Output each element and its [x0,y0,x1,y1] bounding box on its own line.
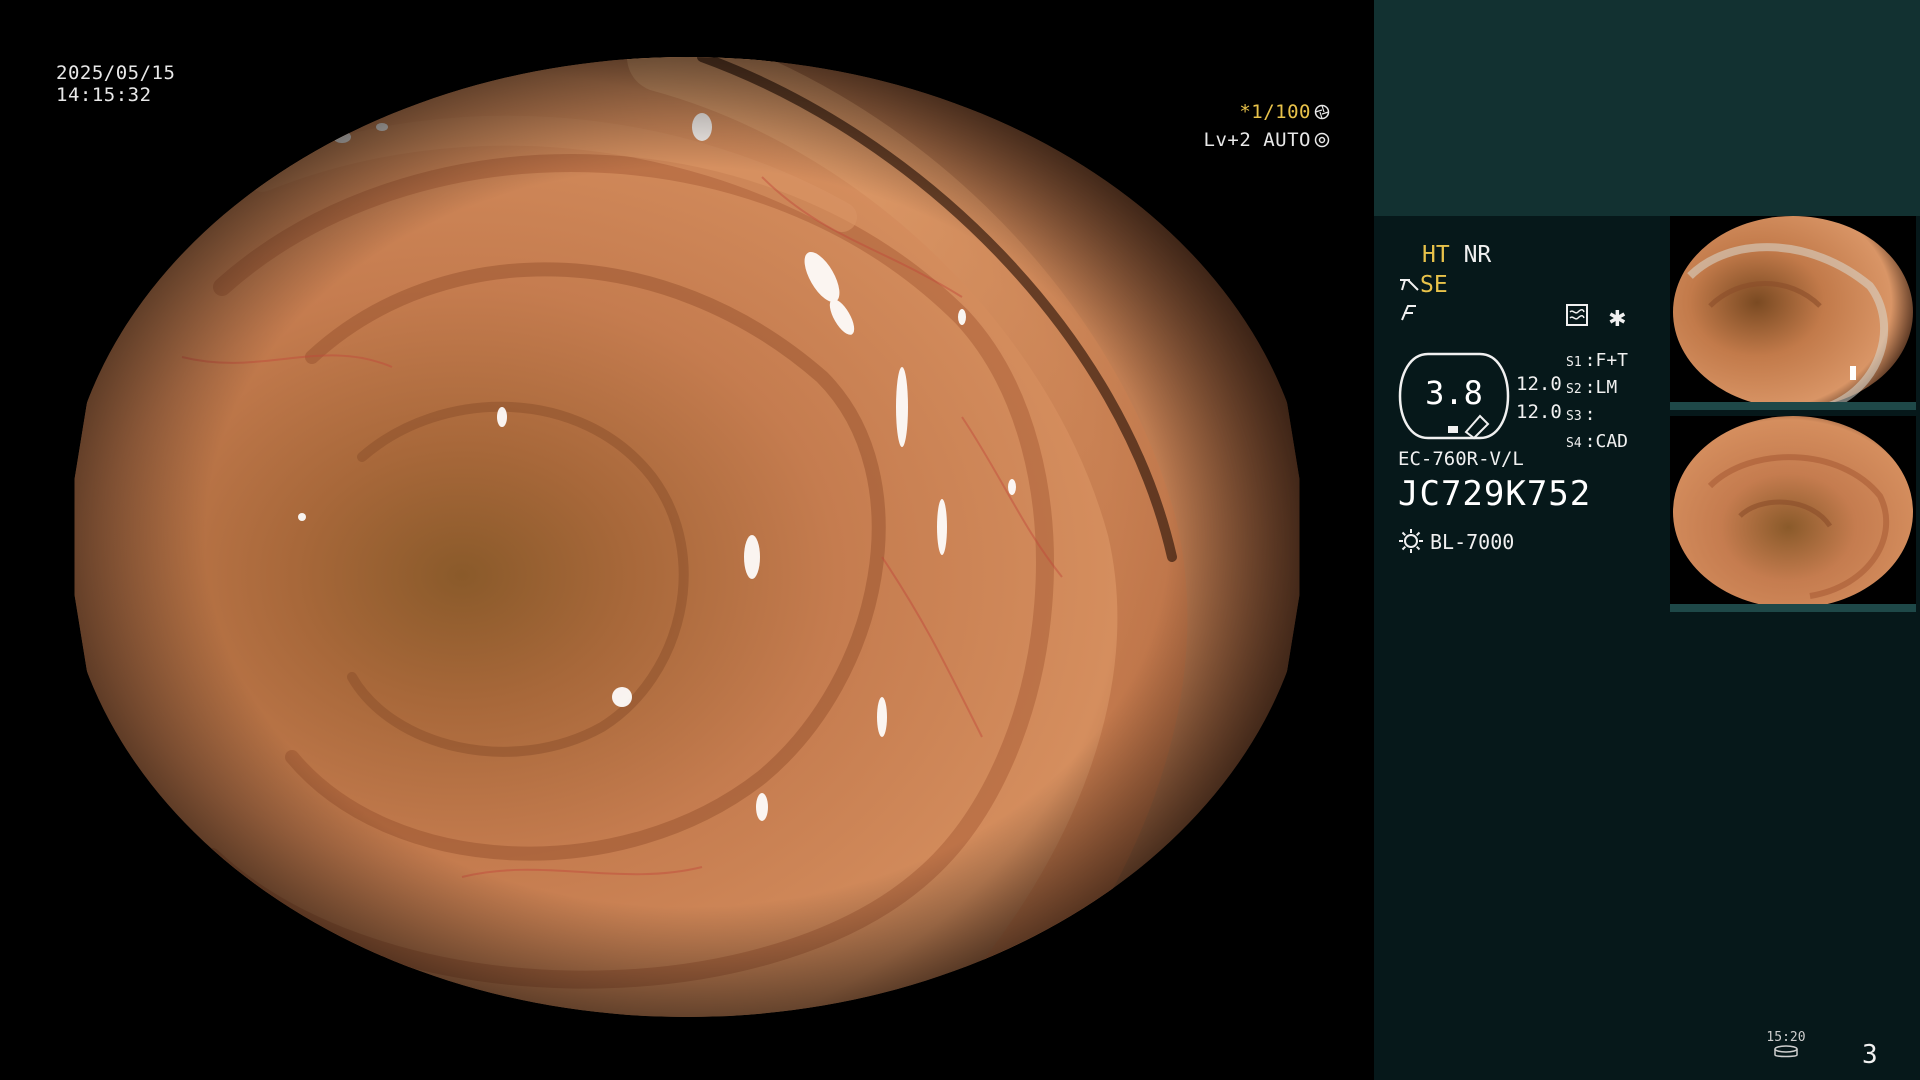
scope-serial: JC729K752 [1398,474,1592,514]
level-value-1: 12.0 [1516,373,1562,395]
date-text: 2025/05/15 [56,62,176,84]
aperture-icon [1314,104,1330,120]
side-panel: HT NR SE ✱ 3.8 12.0 12.0 S1:F+T S2:LM … [1374,0,1920,1080]
mode-nr: NR [1463,242,1492,268]
level-value-2: 12.0 [1516,401,1562,423]
thumbnail-bar-2 [1670,604,1916,612]
side-panel-header [1374,0,1920,216]
switch-s3: S3: [1566,404,1596,425]
thumbnail-bar-1 [1670,402,1916,410]
storage-indicator: 15:20 [1766,1030,1806,1063]
main-endoscopic-view: 2025/05/15 14:15:32 *1/100 Lv+2 AUTO [0,0,1374,1080]
scope-icon [1400,279,1419,291]
storage-icon [1774,1045,1798,1058]
scope-switches: S1:F+T S2:LM S3: S4:CAD [1566,348,1628,456]
shutter-text: *1/100 [1239,101,1311,123]
level-text: Lv+2 AUTO [1203,129,1311,151]
light-source: BL-7000 [1398,528,1514,554]
mode-ht: HT [1422,242,1450,268]
colon-lumen-image [74,57,1300,1017]
date-time-readout: 2025/05/15 14:15:32 [56,62,175,106]
captured-thumbnail-2[interactable] [1670,416,1916,608]
scope-model: EC-760R-V/L [1398,448,1524,470]
time-text: 14:15:32 [56,84,152,106]
asterisk-icon: ✱ [1608,306,1627,331]
light-source-name: BL-7000 [1430,530,1515,554]
waveform-icon [1566,304,1588,326]
gear-icon [1314,132,1330,148]
page-number: 3 [1862,1040,1878,1070]
endoscope-screen: 2025/05/15 14:15:32 *1/100 Lv+2 AUTO HT … [0,0,1920,1080]
captured-thumbnail-1[interactable] [1670,216,1916,408]
switch-s1: S1:F+T [1566,350,1629,371]
thumbnail-image-2 [1673,416,1913,608]
endoscopic-image [74,57,1300,1017]
shutter-info: *1/100 Lv+2 AUTO [1190,98,1330,154]
thumbnail-image-1 [1673,216,1913,408]
brightness-value: 3.8 [1425,374,1483,412]
sun-icon [1399,529,1423,553]
function-icons: ✱ [1566,304,1627,332]
record-time: 15:20 [1766,1030,1806,1045]
switch-s2: S2:LM [1566,377,1618,398]
mode-se: SE [1420,272,1448,298]
freeze-icon [1401,305,1416,321]
switch-s4: S4:CAD [1566,431,1629,452]
level-values: 12.0 12.0 [1516,370,1562,426]
